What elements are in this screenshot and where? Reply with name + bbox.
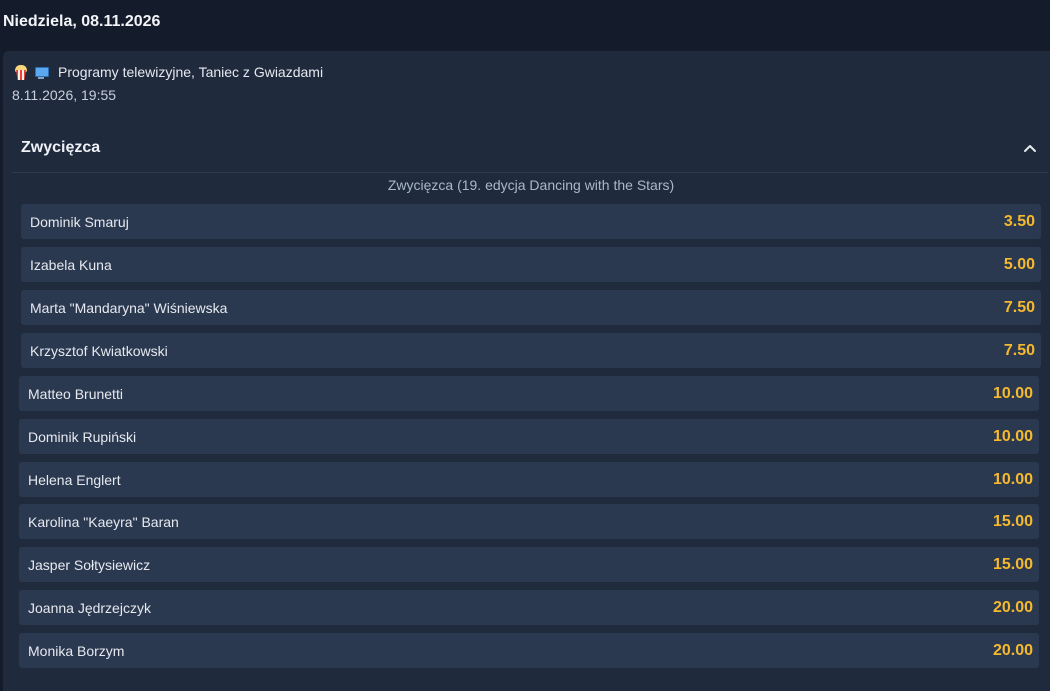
selection-odd: 15.00 — [992, 555, 1033, 573]
event-datetime: 8.11.2026, 19:55 — [12, 87, 117, 103]
market-title: Zwycięzca — [21, 139, 101, 156]
selection-row[interactable]: Karolina "Kaeyra" Baran 15.00 — [19, 504, 1039, 539]
selection-row[interactable]: Dominik Rupiński 10.00 — [19, 419, 1039, 454]
event-info: Programy telewizyjne, Taniec z Gwiazdami… — [3, 51, 1050, 123]
market-header[interactable]: Zwycięzca — [12, 124, 1048, 173]
selection-name: Dominik Rupiński — [28, 428, 137, 445]
tv-icon — [34, 65, 49, 79]
selection-name: Dominik Smaruj — [30, 213, 129, 230]
selection-row[interactable]: Dominik Smaruj 3.50 — [21, 204, 1041, 239]
selection-row[interactable]: Monika Borzym 20.00 — [19, 633, 1039, 668]
selection-row[interactable]: Krzysztof Kwiatkowski 7.50 — [21, 333, 1041, 368]
collapse-button[interactable] — [1018, 136, 1042, 160]
selection-name: Izabela Kuna — [30, 256, 112, 273]
selection-row[interactable]: Marta "Mandaryna" Wiśniewska 7.50 — [21, 290, 1041, 325]
selection-odd: 10.00 — [992, 427, 1033, 445]
selection-odd: 3.50 — [1003, 212, 1035, 230]
selection-odd: 20.00 — [992, 641, 1033, 659]
selection-odd: 10.00 — [992, 384, 1033, 402]
selection-odd: 5.00 — [1003, 255, 1035, 273]
popcorn-icon — [13, 64, 29, 80]
selection-odd: 7.50 — [1003, 341, 1035, 359]
selection-name: Joanna Jędrzejczyk — [28, 599, 151, 616]
selection-name: Krzysztof Kwiatkowski — [30, 342, 168, 359]
selection-name: Karolina "Kaeyra" Baran — [28, 513, 179, 530]
selection-odd: 7.50 — [1003, 298, 1035, 316]
market-subtitle: Zwycięzca (19. edycja Dancing with the S… — [387, 177, 675, 193]
selection-row[interactable]: Joanna Jędrzejczyk 20.00 — [19, 590, 1039, 625]
selection-name: Helena Englert — [28, 471, 121, 488]
selection-odd: 15.00 — [992, 512, 1033, 530]
selection-row[interactable]: Matteo Brunetti 10.00 — [19, 376, 1039, 411]
selection-name: Marta "Mandaryna" Wiśniewska — [30, 299, 228, 316]
selection-row[interactable]: Helena Englert 10.00 — [19, 462, 1039, 497]
selection-odd: 10.00 — [992, 470, 1033, 488]
day-header: Niedziela, 08.11.2026 — [3, 13, 161, 30]
chevron-up-icon — [1024, 145, 1036, 152]
event-category-line: Programy telewizyjne, Taniec z Gwiazdami — [11, 61, 1050, 83]
selection-name: Monika Borzym — [28, 642, 125, 659]
event-category[interactable]: Programy telewizyjne, Taniec z Gwiazdami — [58, 64, 323, 80]
event-card: Programy telewizyjne, Taniec z Gwiazdami… — [3, 51, 1050, 691]
selection-row[interactable]: Jasper Sołtysiewicz 15.00 — [19, 547, 1039, 582]
selection-name: Jasper Sołtysiewicz — [28, 556, 151, 573]
selection-odd: 20.00 — [992, 598, 1033, 616]
selection-name: Matteo Brunetti — [28, 385, 123, 402]
selection-row[interactable]: Izabela Kuna 5.00 — [21, 247, 1041, 282]
